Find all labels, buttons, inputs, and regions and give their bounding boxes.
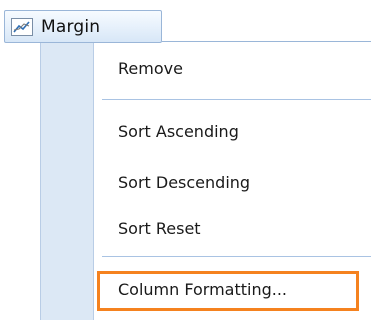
- menu-item-sort-descending[interactable]: Sort Descending: [118, 173, 250, 193]
- menu-item-sort-ascending[interactable]: Sort Ascending: [118, 122, 239, 142]
- margin-column-header[interactable]: Margin: [4, 10, 162, 43]
- menu-separator: [102, 256, 371, 257]
- context-menu: Remove Sort Ascending Sort Descending So…: [40, 41, 371, 320]
- menu-item-remove[interactable]: Remove: [118, 59, 183, 79]
- column-header-label: Margin: [41, 16, 101, 37]
- menu-item-sort-reset[interactable]: Sort Reset: [118, 219, 201, 239]
- menu-separator: [102, 99, 371, 100]
- line-chart-icon: [9, 17, 35, 37]
- screenshot-stage: Margin Remove Sort Ascending Sort Descen…: [0, 0, 371, 320]
- menu-top-border: [162, 41, 371, 42]
- menu-icon-gutter: [40, 41, 94, 320]
- menu-item-column-formatting[interactable]: Column Formatting...: [118, 280, 287, 300]
